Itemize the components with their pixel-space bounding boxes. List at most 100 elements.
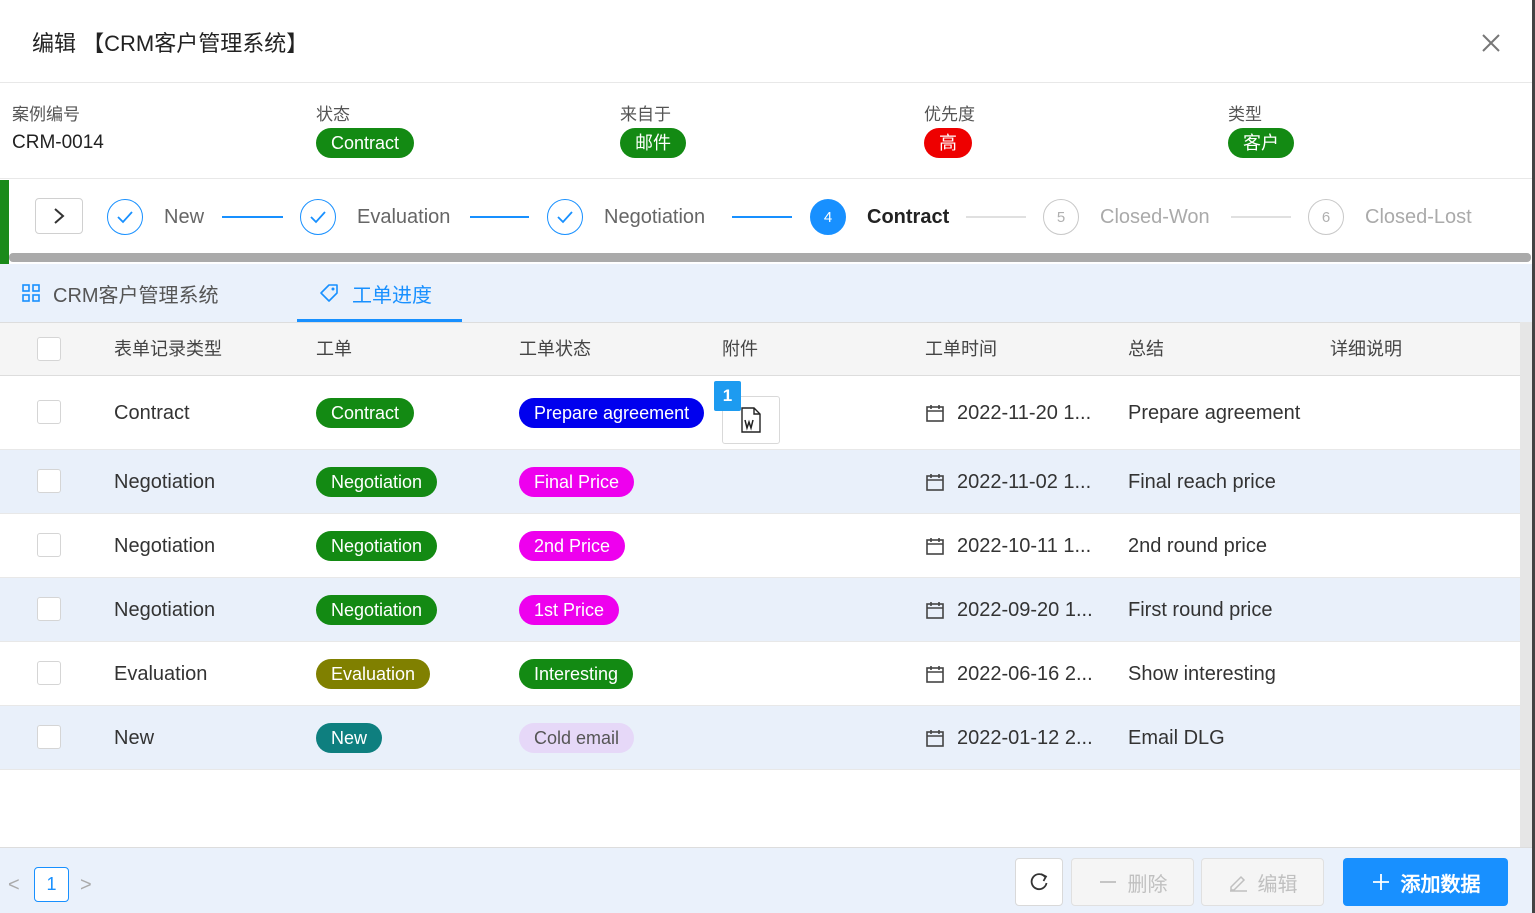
table-row[interactable]: New New Cold email 2022-01-12 2... Email… xyxy=(0,706,1520,770)
summary-cell: Final reach price xyxy=(1128,470,1276,493)
calendar-icon xyxy=(926,666,944,683)
case-number-label: 案例编号 xyxy=(12,105,80,124)
work-order-cell: Evaluation xyxy=(316,642,431,706)
page-number-current[interactable]: 1 xyxy=(34,867,69,902)
table-row[interactable]: Negotiation Negotiation Final Price 2022… xyxy=(0,450,1520,514)
work-order-cell: Negotiation xyxy=(316,450,438,514)
record-type-cell: Evaluation xyxy=(114,662,208,685)
type-badge: 客户 xyxy=(1228,128,1294,158)
summary-cell: Email DLG xyxy=(1128,726,1225,749)
calendar-icon xyxy=(926,405,944,422)
record-type-cell: Contract xyxy=(114,401,190,424)
work-order-cell: Contract xyxy=(316,376,415,450)
tab-work-order-progress[interactable]: 工单进度 xyxy=(318,264,432,322)
check-icon xyxy=(107,199,143,235)
work-order-status-badge: Final Price xyxy=(519,467,635,497)
delete-button[interactable]: 删除 xyxy=(1071,858,1194,906)
step-label: New xyxy=(164,205,205,228)
table-row[interactable]: Contract Contract Prepare agreement 1 20… xyxy=(0,376,1520,450)
table-row[interactable]: Evaluation Evaluation Interesting 2022-0… xyxy=(0,642,1520,706)
tab-label: CRM客户管理系统 xyxy=(53,284,219,307)
record-type-cell: Negotiation xyxy=(114,470,216,493)
steps-accent-bar xyxy=(0,180,9,264)
table-vertical-scrollbar[interactable] xyxy=(1520,322,1532,847)
row-checkbox[interactable] xyxy=(37,469,61,493)
table-header: 表单记录类型 工单 工单状态 附件 工单时间 总结 详细说明 xyxy=(0,322,1520,376)
step-label: Closed-Won xyxy=(1100,205,1210,228)
step-closed-lost[interactable]: 6 Closed-Lost xyxy=(1308,199,1472,235)
work-order-status-badge: Interesting xyxy=(519,659,634,689)
row-checkbox[interactable] xyxy=(37,661,61,685)
summary-cell: Show interesting xyxy=(1128,662,1276,685)
refresh-icon xyxy=(1030,873,1048,891)
work-order-badge: New xyxy=(316,723,383,753)
record-type-cell: Negotiation xyxy=(114,534,216,557)
step-evaluation[interactable]: Evaluation xyxy=(300,199,450,235)
step-connector xyxy=(470,216,529,218)
work-order-status-badge: 1st Price xyxy=(519,595,620,625)
record-type-cell: Negotiation xyxy=(114,598,216,621)
status-cell: Final Price xyxy=(519,450,635,514)
step-negotiation[interactable]: Negotiation xyxy=(547,199,705,235)
step-new[interactable]: New xyxy=(107,199,204,235)
type-label: 类型 xyxy=(1228,105,1262,124)
calendar-icon xyxy=(926,538,944,555)
edit-button-label: 编辑 xyxy=(1257,873,1298,896)
priority-field: 优先度 高 xyxy=(924,100,975,158)
table-row[interactable]: Negotiation Negotiation 2nd Price 2022-1… xyxy=(0,514,1520,578)
row-checkbox[interactable] xyxy=(37,597,61,621)
column-header[interactable]: 表单记录类型 xyxy=(114,323,222,375)
time-value: 2022-09-20 1... xyxy=(957,598,1093,621)
tab-crm-system[interactable]: CRM客户管理系统 xyxy=(21,264,219,322)
chevron-right-icon[interactable] xyxy=(35,198,83,234)
select-all-checkbox[interactable] xyxy=(37,337,61,361)
tag-icon xyxy=(320,284,338,302)
stage-steps: New Evaluation Negotiation 4 Contract 5 … xyxy=(0,180,1535,264)
column-header[interactable]: 总结 xyxy=(1128,323,1164,375)
prev-page-button[interactable]: < xyxy=(8,874,20,897)
column-header[interactable]: 工单时间 xyxy=(925,323,997,375)
close-icon[interactable] xyxy=(1478,30,1504,56)
next-page-button[interactable]: > xyxy=(80,874,92,897)
footer-toolbar: < 1 > 删除 编辑 添加数据 xyxy=(0,847,1535,913)
time-value: 2022-01-12 2... xyxy=(957,726,1093,749)
summary-cell: 2nd round price xyxy=(1128,534,1267,557)
step-label: Evaluation xyxy=(357,205,451,228)
row-checkbox[interactable] xyxy=(37,400,61,424)
column-header[interactable]: 附件 xyxy=(722,323,758,375)
status-cell: 1st Price xyxy=(519,578,620,642)
steps-horizontal-scrollbar[interactable] xyxy=(9,253,1531,262)
grid-icon xyxy=(22,284,40,302)
status-cell: Interesting xyxy=(519,642,634,706)
work-order-badge: Negotiation xyxy=(316,595,438,625)
work-order-cell: Negotiation xyxy=(316,578,438,642)
pencil-icon xyxy=(1229,875,1247,892)
calendar-icon xyxy=(926,730,944,747)
row-checkbox[interactable] xyxy=(37,725,61,749)
step-label: Negotiation xyxy=(604,205,706,228)
table-row[interactable]: Negotiation Negotiation 1st Price 2022-0… xyxy=(0,578,1520,642)
work-order-status-badge: 2nd Price xyxy=(519,531,626,561)
time-cell: 2022-09-20 1... xyxy=(925,578,1093,642)
plus-icon xyxy=(1372,874,1389,890)
add-data-button[interactable]: 添加数据 xyxy=(1343,858,1508,906)
work-order-cell: Negotiation xyxy=(316,514,438,578)
row-checkbox[interactable] xyxy=(37,533,61,557)
summary-cell: First round price xyxy=(1128,598,1273,621)
record-type-cell: New xyxy=(114,726,155,749)
time-value: 2022-11-02 1... xyxy=(957,470,1092,493)
step-label: Closed-Lost xyxy=(1365,205,1472,228)
column-header[interactable]: 工单 xyxy=(316,323,352,375)
time-cell: 2022-10-11 1... xyxy=(925,514,1091,578)
column-header[interactable]: 工单状态 xyxy=(519,323,591,375)
column-header[interactable]: 详细说明 xyxy=(1330,323,1402,375)
step-contract[interactable]: 4 Contract xyxy=(810,199,949,235)
step-closed-won[interactable]: 5 Closed-Won xyxy=(1043,199,1210,235)
work-order-badge: Evaluation xyxy=(316,659,431,689)
edit-button[interactable]: 编辑 xyxy=(1201,858,1324,906)
refresh-button[interactable] xyxy=(1015,858,1063,906)
status-field: 状态 Contract xyxy=(316,100,415,158)
tabs-bar: CRM客户管理系统 工单进度 xyxy=(0,264,1535,322)
edit-modal: 编辑 【CRM客户管理系统】 案例编号 CRM-0014 状态 Contract… xyxy=(0,0,1535,913)
source-field: 来自于 邮件 xyxy=(620,100,686,158)
